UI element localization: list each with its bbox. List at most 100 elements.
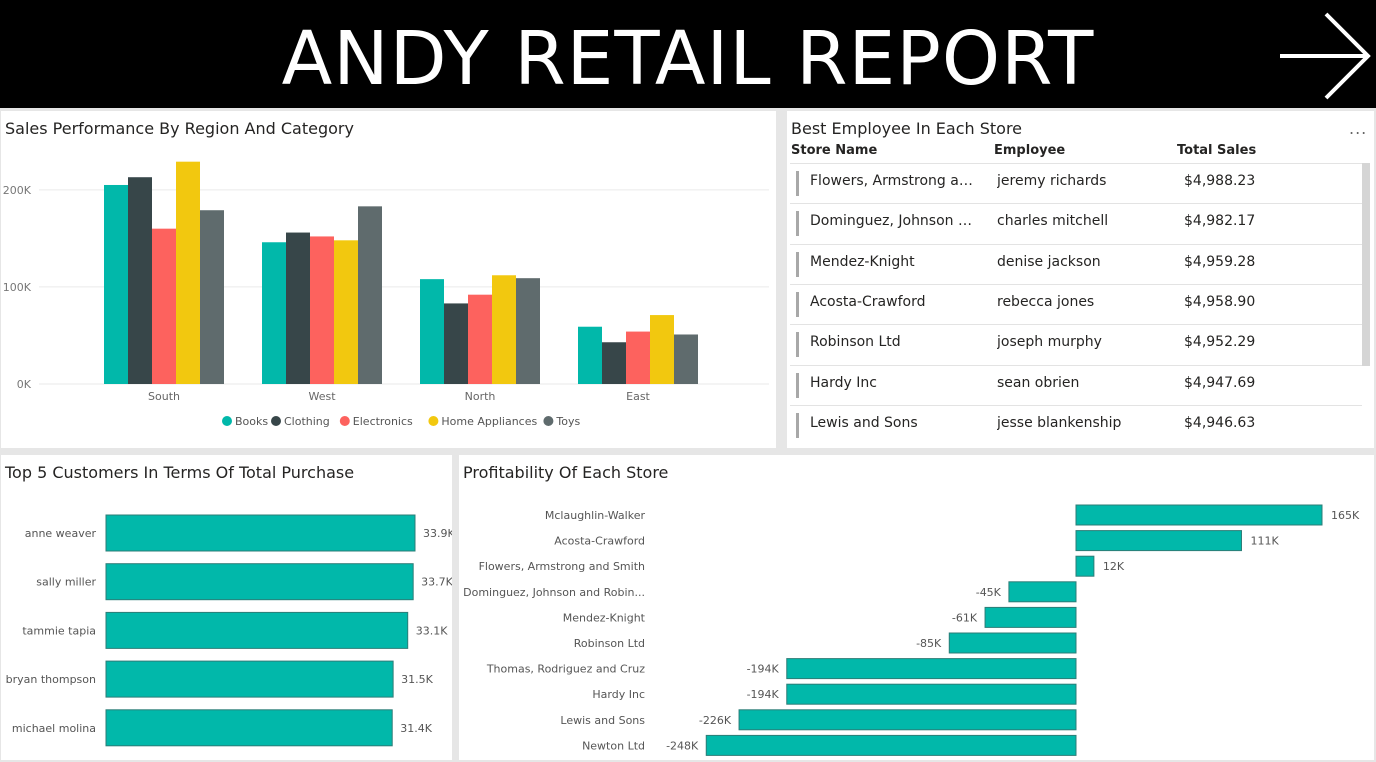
total-sales-cell: $4,988.23	[1184, 173, 1256, 189]
best-employee-panel: Best Employee In Each Store ... Store Na…	[787, 111, 1374, 448]
customer-bar	[105, 660, 394, 698]
data-label: -194K	[747, 688, 780, 701]
store-label: Acosta-Crawford	[554, 535, 645, 548]
sales-chart-title: Sales Performance By Region And Category	[5, 119, 354, 138]
legend-label: Home Appliances	[441, 415, 537, 428]
column-header-store[interactable]: Store Name	[791, 143, 877, 158]
bar-books	[420, 279, 444, 384]
legend-marker	[543, 416, 554, 426]
employee-cell: jeremy richards	[997, 173, 1107, 189]
arrow-right-icon[interactable]	[1276, 10, 1372, 102]
column-header-employee[interactable]: Employee	[994, 143, 1065, 158]
row-indicator	[796, 412, 799, 438]
store-label: Dominguez, Johnson and Robin...	[463, 586, 645, 599]
total-sales-cell: $4,982.17	[1184, 213, 1256, 230]
employee-table-title: Best Employee In Each Store	[791, 119, 1023, 138]
store-label: Hardy Inc	[592, 688, 645, 701]
store-name-cell: Flowers, Armstrong and ...	[810, 173, 980, 189]
legend-label: Books	[235, 415, 268, 428]
total-sales-cell: $4,952.29	[1184, 334, 1256, 351]
table-row[interactable]: Dominguez, Johnson an... charles mitchell…	[790, 203, 1362, 243]
profit-bar	[786, 683, 1077, 705]
profit-bar	[1008, 581, 1077, 603]
bar-clothing	[286, 232, 310, 384]
profit-bar	[738, 709, 1077, 731]
y-tick-label: 0K	[17, 378, 32, 391]
employee-cell: sean obrien	[997, 374, 1080, 391]
store-name-cell: Dominguez, Johnson an...	[810, 213, 980, 230]
column-header-total-sales[interactable]: Total Sales	[1177, 143, 1256, 158]
category-label: tammie tapia	[22, 624, 96, 637]
store-name-cell: Hardy Inc	[810, 374, 877, 391]
sales-performance-panel: Sales Performance By Region And Category…	[1, 111, 776, 448]
bar-toys	[200, 210, 224, 384]
profitability-bar-chart: Mclaughlin-Walker 165K Acosta-Crawford 111K…	[463, 504, 1360, 756]
y-tick-label: 100K	[3, 281, 32, 294]
data-label: 33.7K	[421, 576, 452, 589]
table-row[interactable]: Hardy Inc sean obrien $4,947.69	[790, 364, 1362, 405]
profit-bar	[1075, 530, 1242, 552]
data-label: 165K	[1331, 509, 1360, 522]
data-label: -85K	[916, 637, 942, 650]
x-category-label: North	[465, 390, 496, 403]
store-label: Lewis and Sons	[560, 714, 645, 727]
legend-label: Electronics	[353, 415, 413, 428]
legend-marker	[222, 416, 232, 426]
employee-cell: rebecca jones	[997, 293, 1095, 310]
customers-chart-title: Top 5 Customers In Terms Of Total Purcha…	[5, 463, 355, 482]
employee-cell: denise jackson	[997, 253, 1101, 270]
employee-cell: joseph murphy	[997, 334, 1102, 351]
legend-label: Toys	[555, 415, 580, 428]
bar-clothing	[444, 303, 468, 384]
bar-clothing	[128, 177, 152, 384]
employee-cell: charles mitchell	[997, 213, 1109, 230]
bar-toys	[516, 278, 540, 384]
report-header: ANDY RETAIL REPORT	[0, 0, 1376, 108]
customer-bar	[105, 514, 416, 552]
customer-bar	[105, 709, 393, 747]
customers-bar-chart: anne weaver 33.9K sally miller 33.7K tammie …	[6, 514, 452, 747]
legend-marker	[339, 416, 350, 426]
store-name-cell: Robinson Ltd	[810, 334, 901, 351]
store-name-cell: Lewis and Sons	[810, 414, 918, 431]
table-row[interactable]: Acosta-Crawford rebecca jones $4,958.90	[790, 283, 1362, 324]
x-category-label: West	[308, 390, 336, 403]
store-label: Robinson Ltd	[574, 637, 645, 650]
category-label: michael molina	[12, 722, 96, 735]
data-label: -194K	[747, 663, 780, 676]
row-indicator	[796, 291, 799, 317]
store-name-cell: Acosta-Crawford	[810, 293, 926, 310]
data-label: -45K	[976, 586, 1002, 599]
store-label: Mclaughlin-Walker	[545, 509, 646, 522]
data-label: -61K	[952, 611, 978, 624]
store-label: Thomas, Rodriguez and Cruz	[486, 663, 645, 676]
profit-bar	[948, 632, 1077, 654]
table-scrollbar[interactable]	[1362, 163, 1370, 366]
bar-home-appliances	[492, 275, 516, 384]
profit-chart-title: Profitability Of Each Store	[463, 463, 669, 482]
more-options-icon[interactable]: ...	[1349, 119, 1367, 138]
bar-toys	[674, 334, 698, 384]
x-category-label: South	[148, 390, 180, 403]
bar-books	[578, 326, 602, 384]
bar-electronics	[626, 331, 650, 384]
bar-clothing	[602, 342, 626, 384]
row-indicator	[796, 332, 799, 358]
table-row[interactable]: Mendez-Knight denise jackson $4,959.28	[790, 243, 1362, 284]
total-sales-cell: $4,947.69	[1184, 374, 1256, 391]
table-row[interactable]: Flowers, Armstrong and ... jeremy richard…	[790, 163, 1362, 203]
total-sales-cell: $4,959.28	[1184, 253, 1256, 270]
legend-label: Clothing	[284, 415, 330, 428]
bar-books	[262, 242, 286, 384]
data-label: 31.4K	[400, 722, 432, 735]
store-label: Newton Ltd	[582, 739, 645, 752]
bar-toys	[358, 206, 382, 384]
table-row[interactable]: Lewis and Sons jesse blankenship $4,946.63	[790, 404, 1362, 445]
customer-bar	[105, 611, 409, 649]
bar-home-appliances	[176, 161, 200, 384]
y-tick-label: 200K	[3, 184, 32, 197]
report-title: ANDY RETAIL REPORT	[281, 16, 1095, 102]
profit-bar	[786, 658, 1077, 680]
bar-home-appliances	[650, 315, 674, 384]
table-row[interactable]: Robinson Ltd joseph murphy $4,952.29	[790, 324, 1362, 364]
